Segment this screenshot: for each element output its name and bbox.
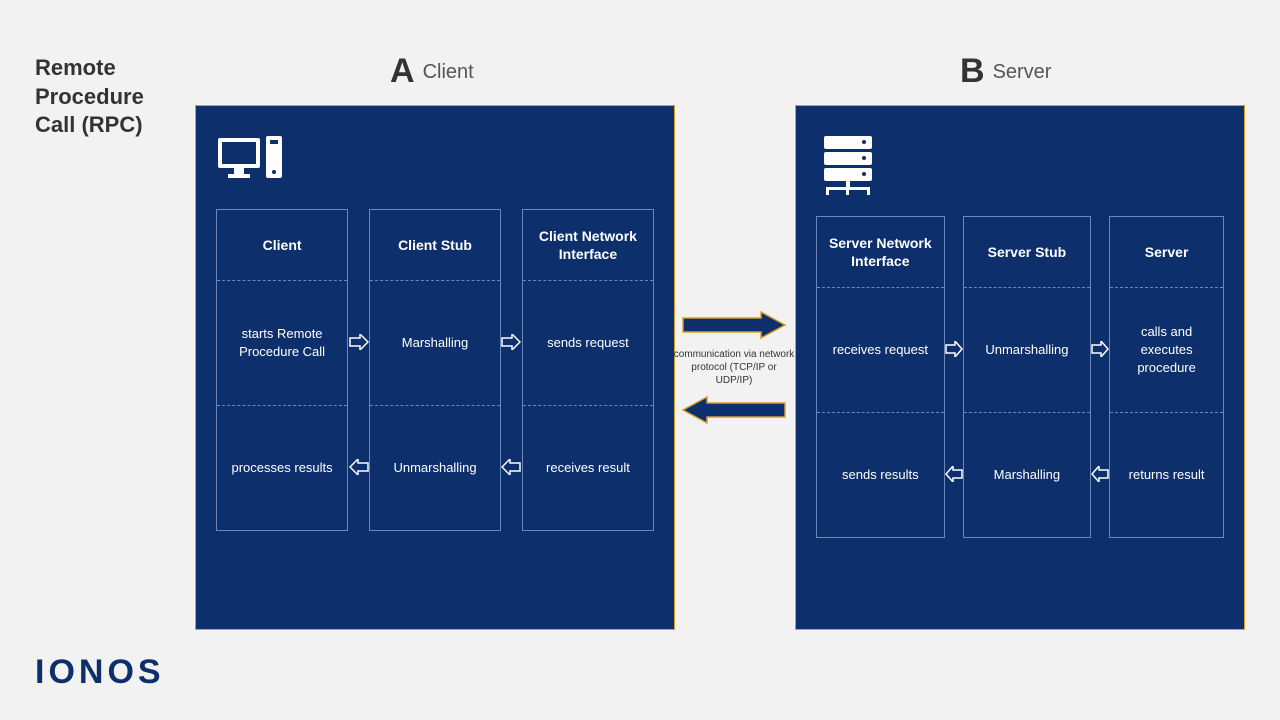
arrow-left-icon: [945, 411, 963, 536]
server-panel: Server Network Interface receives reques…: [795, 105, 1245, 630]
diagram-title: Remote Procedure Call (RPC): [35, 54, 144, 140]
cell: Unmarshalling: [964, 287, 1091, 412]
client-panel: Client starts Remote Procedure Call proc…: [195, 105, 675, 630]
client-network-column: Client Network Interface sends request r…: [522, 209, 654, 531]
cell: calls and executes procedure: [1110, 287, 1223, 412]
client-stub-column: Client Stub Marshalling Unmarshalling: [369, 209, 501, 531]
cell: Marshalling: [370, 280, 500, 405]
arrow-left-icon: [501, 404, 521, 529]
network-text: communication via network protocol (TCP/…: [672, 348, 796, 387]
big-arrow-left-icon: [679, 395, 789, 425]
arrow-left-icon: [1091, 411, 1109, 536]
column-header: Server Stub: [964, 217, 1091, 287]
computer-icon: [216, 134, 654, 189]
client-column: Client starts Remote Procedure Call proc…: [216, 209, 348, 531]
panel-b-label: BServer: [960, 52, 1051, 91]
network-communication: communication via network protocol (TCP/…: [672, 310, 796, 425]
column-header: Client: [217, 210, 347, 280]
cell: Marshalling: [964, 412, 1091, 537]
cell: Unmarshalling: [370, 405, 500, 530]
arrow-right-icon: [501, 279, 521, 404]
arrow-right-icon: [349, 279, 369, 404]
column-header: Client Network Interface: [523, 210, 653, 280]
cell: processes results: [217, 405, 347, 530]
ionos-logo: IONOS: [35, 653, 165, 692]
arrow-left-icon: [349, 404, 369, 529]
column-header: Client Stub: [370, 210, 500, 280]
cell: sends request: [523, 280, 653, 405]
big-arrow-right-icon: [679, 310, 789, 340]
panel-a-label: AClient: [390, 52, 474, 91]
cell: receives request: [817, 287, 944, 412]
column-header: Server Network Interface: [817, 217, 944, 287]
server-icon: [816, 134, 1224, 196]
server-stub-column: Server Stub Unmarshalling Marshalling: [963, 216, 1092, 538]
cell: returns result: [1110, 412, 1223, 537]
server-column: Server calls and executes procedure retu…: [1109, 216, 1224, 538]
cell: receives result: [523, 405, 653, 530]
column-header: Server: [1110, 217, 1223, 287]
server-network-column: Server Network Interface receives reques…: [816, 216, 945, 538]
cell: starts Remote Procedure Call: [217, 280, 347, 405]
arrow-right-icon: [1091, 286, 1109, 411]
arrow-right-icon: [945, 286, 963, 411]
cell: sends results: [817, 412, 944, 537]
